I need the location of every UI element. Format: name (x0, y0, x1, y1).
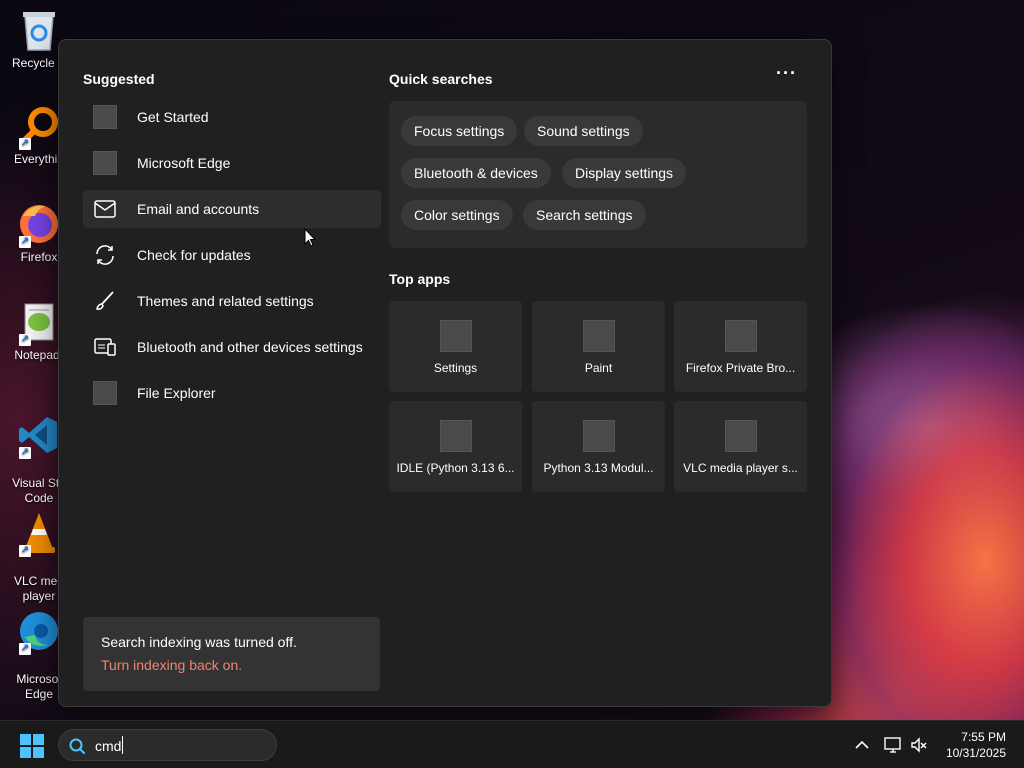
suggested-item-label: Email and accounts (137, 201, 260, 217)
shortcut-arrow-icon: ↗ (19, 138, 31, 150)
top-app-tile[interactable]: VLC media player s... (674, 401, 807, 492)
top-app-tile[interactable]: Python 3.13 Modul... (532, 401, 665, 492)
suggested-item-check-for-updates[interactable]: Check for updates (83, 236, 381, 274)
suggested-item-label: Microsoft Edge (137, 155, 231, 171)
indexing-notice: Search indexing was turned off. Turn ind… (83, 617, 380, 691)
quick-search-chip[interactable]: Focus settings (401, 116, 518, 146)
quick-search-chip[interactable]: Color settings (401, 200, 513, 230)
shortcut-arrow-icon: ↗ (19, 643, 31, 655)
taskbar-clock[interactable]: 7:55 PM 10/31/2025 (946, 729, 1006, 761)
search-icon (69, 738, 85, 754)
windows-logo-icon (20, 734, 31, 745)
clock-time: 7:55 PM (961, 730, 1006, 744)
suggested-item-file-explorer[interactable]: File Explorer (83, 374, 381, 412)
suggested-item-label: Bluetooth and other devices settings (137, 339, 363, 355)
vscode-icon: ↗ (17, 413, 61, 459)
top-app-tile[interactable]: Firefox Private Bro... (674, 301, 807, 392)
suggested-item-get-started[interactable]: Get Started (83, 98, 381, 136)
placeholder-icon (439, 320, 472, 352)
top-app-label: IDLE (Python 3.13 6... (396, 461, 515, 475)
suggested-item-bluetooth-devices[interactable]: Bluetooth and other devices settings (83, 328, 381, 366)
mail-icon (93, 197, 117, 221)
placeholder-icon (93, 151, 117, 175)
everything-search-icon: ↗ (17, 104, 61, 150)
more-options-button[interactable]: ··· (776, 64, 797, 82)
placeholder-icon (93, 105, 117, 129)
text-cursor (122, 736, 123, 754)
top-apps-title: Top apps (389, 271, 451, 287)
suggested-item-microsoft-edge[interactable]: Microsoft Edge (83, 144, 381, 182)
suggested-item-label: Get Started (137, 109, 209, 125)
chevron-up-icon[interactable] (853, 736, 871, 754)
windows-logo-icon (33, 734, 44, 745)
suggested-item-label: Themes and related settings (137, 293, 314, 309)
top-app-label: VLC media player s... (683, 461, 798, 475)
top-app-tile[interactable]: Settings (389, 301, 522, 392)
suggested-item-themes[interactable]: Themes and related settings (83, 282, 381, 320)
top-app-tile[interactable]: IDLE (Python 3.13 6... (389, 401, 522, 492)
mouse-cursor-icon (304, 228, 316, 247)
edge-icon: ↗ (17, 609, 61, 655)
start-button[interactable] (20, 734, 44, 758)
brush-icon (93, 289, 117, 313)
notepad-plus-plus-icon: ↗ (17, 300, 61, 346)
taskbar-search-input[interactable]: cmd (58, 729, 277, 761)
suggested-item-email-and-accounts[interactable]: Email and accounts (83, 190, 381, 228)
quick-searches-title: Quick searches (389, 71, 493, 87)
sync-icon (93, 243, 117, 267)
placeholder-icon (439, 420, 472, 452)
suggested-item-label: File Explorer (137, 385, 216, 401)
suggested-list: Get Started Microsoft Edge Email and acc… (83, 98, 381, 420)
devices-icon (93, 335, 117, 359)
vlc-icon: ↗ (17, 511, 61, 557)
windows-logo-icon (20, 747, 31, 758)
indexing-message: Search indexing was turned off. (101, 634, 297, 650)
top-app-label: Paint (584, 361, 613, 375)
windows-logo-icon (33, 747, 44, 758)
suggested-item-label: Check for updates (137, 247, 251, 263)
search-panel: Suggested Get Started Microsoft Edge Ema… (58, 39, 832, 707)
placeholder-icon (724, 420, 757, 452)
shortcut-arrow-icon: ↗ (19, 447, 31, 459)
placeholder-icon (582, 420, 615, 452)
search-query-text: cmd (95, 738, 122, 754)
quick-searches-box: Focus settings Sound settings Bluetooth … (389, 101, 807, 248)
top-app-label: Settings (433, 361, 478, 375)
quick-search-chip[interactable]: Search settings (523, 200, 646, 230)
placeholder-icon (724, 320, 757, 352)
recycle-bin-icon (17, 8, 61, 52)
clock-date: 10/31/2025 (945, 746, 1006, 760)
suggested-title: Suggested (83, 71, 155, 87)
volume-muted-icon[interactable] (910, 736, 928, 754)
shortcut-arrow-icon: ↗ (19, 334, 31, 346)
shortcut-arrow-icon: ↗ (19, 236, 31, 248)
placeholder-icon (582, 320, 615, 352)
top-app-tile[interactable]: Paint (532, 301, 665, 392)
quick-search-chip[interactable]: Sound settings (524, 116, 643, 146)
taskbar: cmd 7:55 PM 10/31/2025 (0, 720, 1024, 768)
turn-indexing-on-link[interactable]: Turn indexing back on. (101, 657, 380, 673)
quick-search-chip[interactable]: Display settings (562, 158, 687, 188)
placeholder-icon (93, 381, 117, 405)
shortcut-arrow-icon: ↗ (19, 545, 31, 557)
firefox-icon: ↗ (17, 202, 61, 248)
top-app-label: Python 3.13 Modul... (543, 461, 654, 475)
network-icon[interactable] (884, 736, 902, 754)
top-app-label: Firefox Private Bro... (685, 361, 796, 375)
quick-search-chip[interactable]: Bluetooth & devices (401, 158, 551, 188)
